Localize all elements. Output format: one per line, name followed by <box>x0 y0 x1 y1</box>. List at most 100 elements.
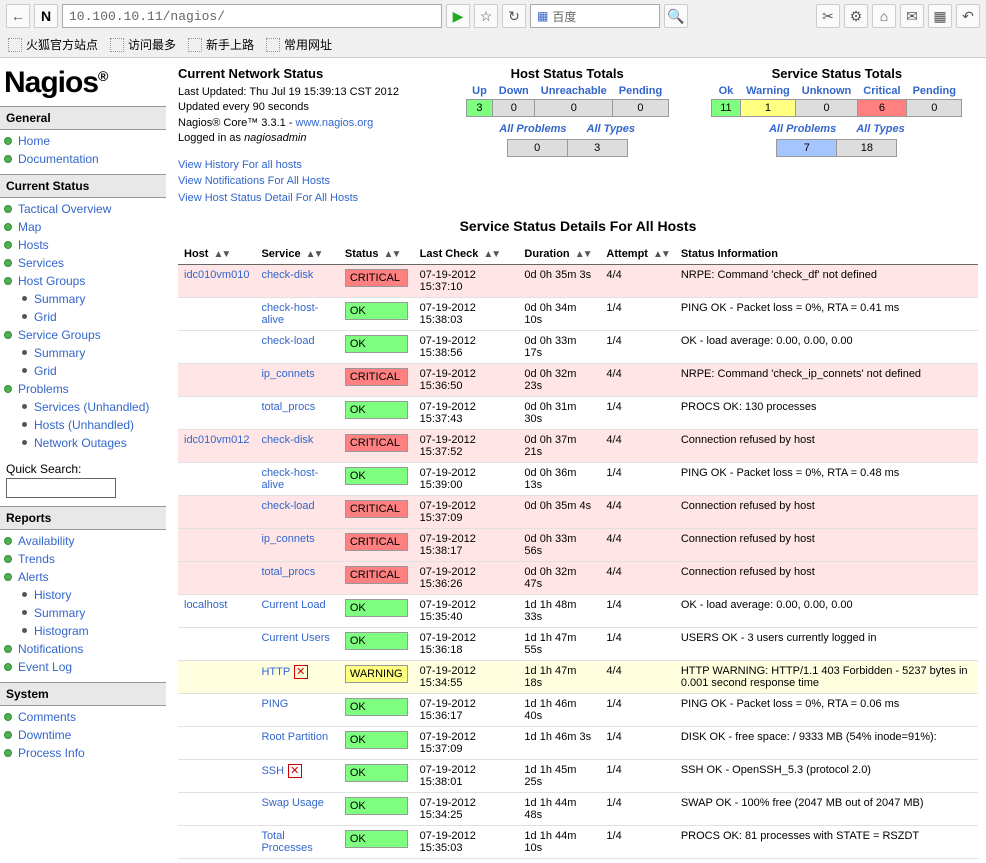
totals-value[interactable]: 6 <box>857 100 906 117</box>
sidebar-link[interactable]: History <box>34 588 71 602</box>
totals-value[interactable]: 11 <box>712 100 740 117</box>
service-link[interactable]: ip_connets <box>261 533 314 545</box>
sidebar-item[interactable]: Event Log <box>0 658 166 676</box>
totals-value[interactable]: 3 <box>567 140 627 157</box>
table-header[interactable]: Attempt ▲▼ <box>600 244 674 265</box>
totals-col[interactable]: Down <box>499 85 529 97</box>
service-link[interactable]: Current Users <box>261 632 329 644</box>
totals-col[interactable]: All Types <box>856 123 905 135</box>
sort-icon[interactable]: ▲▼ <box>575 249 591 260</box>
sidebar-link[interactable]: Services <box>18 256 64 270</box>
sort-icon[interactable]: ▲▼ <box>384 249 400 260</box>
service-link[interactable]: Root Partition <box>261 731 328 743</box>
sidebar-link[interactable]: Services (Unhandled) <box>34 400 149 414</box>
status-link[interactable]: View Notifications For All Hosts <box>178 173 439 190</box>
sidebar-item[interactable]: Summary <box>0 290 166 308</box>
sidebar-item[interactable]: Service Groups <box>0 326 166 344</box>
sidebar-link[interactable]: Event Log <box>18 660 72 674</box>
sidebar-link[interactable]: Grid <box>34 310 57 324</box>
totals-col[interactable]: All Problems <box>769 123 836 135</box>
table-header[interactable]: Duration ▲▼ <box>518 244 600 265</box>
totals-value[interactable]: 0 <box>613 100 668 117</box>
back-button[interactable]: ← <box>6 4 30 28</box>
sort-icon[interactable]: ▲▼ <box>306 249 322 260</box>
sidebar-link[interactable]: Summary <box>34 292 85 306</box>
sidebar-link[interactable]: Hosts <box>18 238 49 252</box>
sidebar-item[interactable]: Hosts (Unhandled) <box>0 416 166 434</box>
service-link[interactable]: total_procs <box>261 566 315 578</box>
service-link[interactable]: PING <box>261 698 288 710</box>
sidebar-link[interactable]: Comments <box>18 710 76 724</box>
sidebar-link[interactable]: Home <box>18 134 50 148</box>
sidebar-item[interactable]: Downtime <box>0 726 166 744</box>
totals-col[interactable]: All Problems <box>499 123 566 135</box>
sidebar-item[interactable]: Documentation <box>0 150 166 168</box>
sidebar-link[interactable]: Host Groups <box>18 274 85 288</box>
service-link[interactable]: ip_connets <box>261 368 314 380</box>
sidebar-item[interactable]: Comments <box>0 708 166 726</box>
totals-value[interactable]: 0 <box>796 100 858 117</box>
sort-icon[interactable]: ▲▼ <box>483 249 499 260</box>
totals-value[interactable]: 1 <box>740 100 796 117</box>
status-link[interactable]: View Host Status Detail For All Hosts <box>178 190 439 207</box>
service-link[interactable]: check-disk <box>261 434 313 446</box>
sidebar-item[interactable]: Tactical Overview <box>0 200 166 218</box>
bookmark-item[interactable]: 访问最多 <box>110 36 176 53</box>
service-link[interactable]: SSH <box>261 765 284 777</box>
table-header[interactable]: Service ▲▼ <box>255 244 338 265</box>
quick-search-input[interactable] <box>6 478 116 498</box>
service-link[interactable]: total_procs <box>261 401 315 413</box>
host-link[interactable]: idc010vm010 <box>184 269 249 281</box>
sidebar-item[interactable]: Grid <box>0 308 166 326</box>
sidebar-item[interactable]: Availability <box>0 532 166 550</box>
status-link[interactable]: View History For all hosts <box>178 157 439 174</box>
service-link[interactable]: HTTP <box>261 666 290 678</box>
service-link[interactable]: Total Processes <box>261 830 312 854</box>
sidebar-link[interactable]: Documentation <box>18 152 99 166</box>
sidebar-link[interactable]: Grid <box>34 364 57 378</box>
sidebar-item[interactable]: History <box>0 586 166 604</box>
sidebar-item[interactable]: Histogram <box>0 622 166 640</box>
sidebar-link[interactable]: Map <box>18 220 41 234</box>
totals-value[interactable]: 0 <box>907 100 962 117</box>
sidebar-link[interactable]: Summary <box>34 346 85 360</box>
sidebar-link[interactable]: Service Groups <box>18 328 101 342</box>
sidebar-item[interactable]: Trends <box>0 550 166 568</box>
url-bar[interactable]: 10.100.10.11/nagios/ <box>62 4 442 28</box>
toolbar-icon-1[interactable]: ✂ <box>816 4 840 28</box>
sidebar-link[interactable]: Hosts (Unhandled) <box>34 418 134 432</box>
home-icon[interactable]: ⌂ <box>872 4 896 28</box>
nagios-org-link[interactable]: www.nagios.org <box>296 117 374 129</box>
totals-col[interactable]: Pending <box>913 85 956 97</box>
bookmark-item[interactable]: 火狐官方站点 <box>8 36 98 53</box>
totals-col[interactable]: All Types <box>587 123 636 135</box>
service-link[interactable]: check-load <box>261 500 314 512</box>
sidebar-item[interactable]: Home <box>0 132 166 150</box>
search-go-icon[interactable]: 🔍 <box>664 4 688 28</box>
service-link[interactable]: Swap Usage <box>261 797 323 809</box>
service-link[interactable]: check-host-alive <box>261 302 318 326</box>
sidebar-item[interactable]: Hosts <box>0 236 166 254</box>
totals-value[interactable]: 3 <box>466 100 493 117</box>
bookmark-star-icon[interactable]: ☆ <box>474 4 498 28</box>
sidebar-item[interactable]: Services <box>0 254 166 272</box>
sidebar-item[interactable]: Process Info <box>0 744 166 762</box>
totals-col[interactable]: Warning <box>746 85 790 97</box>
apps-icon[interactable]: ▦ <box>928 4 952 28</box>
totals-col[interactable]: Unreachable <box>541 85 607 97</box>
totals-col[interactable]: Up <box>472 85 487 97</box>
service-link[interactable]: check-host-alive <box>261 467 318 491</box>
totals-value[interactable]: 18 <box>837 140 897 157</box>
search-box[interactable]: ▦ 百度 <box>530 4 660 28</box>
sidebar-item[interactable]: Network Outages <box>0 434 166 452</box>
sidebar-link[interactable]: Process Info <box>18 746 85 760</box>
sidebar-link[interactable]: Downtime <box>18 728 71 742</box>
table-header[interactable]: Status ▲▼ <box>339 244 414 265</box>
sidebar-item[interactable]: Problems <box>0 380 166 398</box>
totals-col[interactable]: Critical <box>863 85 900 97</box>
table-header[interactable]: Status Information <box>675 244 978 265</box>
undo-close-tab-icon[interactable]: ↶ <box>956 4 980 28</box>
service-link[interactable]: check-disk <box>261 269 313 281</box>
totals-value[interactable]: 7 <box>777 140 837 157</box>
mail-icon[interactable]: ✉ <box>900 4 924 28</box>
